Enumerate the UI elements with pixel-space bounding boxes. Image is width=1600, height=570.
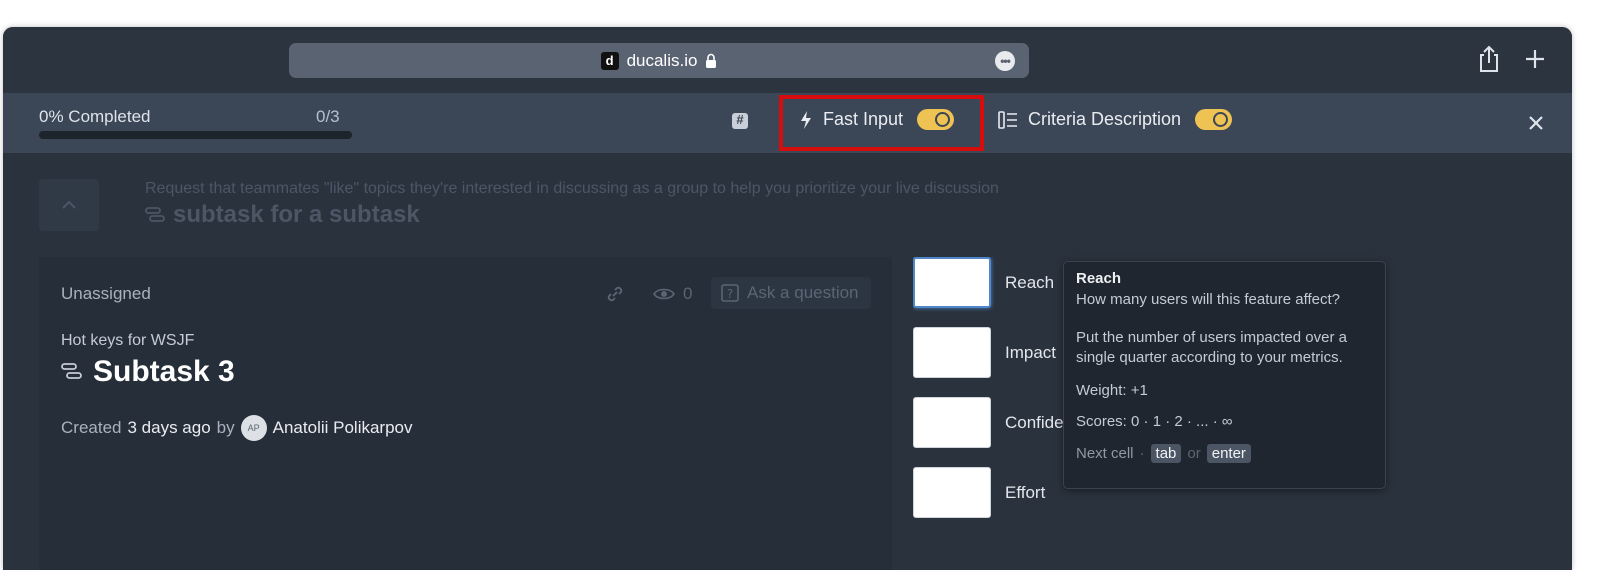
task-title: Subtask 3	[61, 355, 235, 389]
collapse-button[interactable]	[39, 179, 99, 231]
tab-key: tab	[1150, 444, 1182, 463]
criterion-effort: Effort	[913, 467, 1045, 518]
tooltip-weight: Weight: +1	[1076, 382, 1148, 399]
tooltip-next-cell: Next cell · tab or enter	[1076, 444, 1373, 463]
fast-input-label: Fast Input	[823, 109, 904, 129]
tooltip-title: Reach	[1076, 270, 1122, 287]
parent-task-description: Request that teammates "like" topics the…	[145, 180, 999, 197]
criteria-description-switch[interactable]	[1195, 109, 1233, 130]
browser-window: d ducalis.io ••• 0% Completed 0/3 # Fast…	[3, 27, 1572, 570]
tooltip-description: Put the number of users impacted over a …	[1076, 329, 1347, 366]
question-icon: ?	[721, 284, 739, 302]
subtask-icon	[145, 207, 165, 222]
author-name[interactable]: Anatolii Polikarpov	[273, 418, 413, 438]
impact-input[interactable]	[913, 327, 991, 378]
address-bar[interactable]: d ducalis.io •••	[289, 43, 1029, 78]
browser-chrome: d ducalis.io •••	[3, 27, 1572, 93]
criterion-label: Confidence	[1005, 412, 1065, 432]
hash-icon[interactable]	[732, 112, 748, 129]
description-icon	[998, 110, 1017, 129]
criterion-confidence: Confidence	[913, 397, 1065, 448]
favicon: d	[600, 51, 619, 70]
link-icon[interactable]	[605, 284, 625, 304]
task-card: Unassigned 0 ? Ask a question Hot keys f…	[39, 257, 892, 570]
effort-input[interactable]	[913, 467, 991, 518]
ask-question-label: Ask a question	[747, 283, 859, 302]
criteria-column: Reach Impact Confidence Effort	[913, 257, 1065, 557]
progress-label: 0% Completed	[39, 107, 151, 126]
enter-key: enter	[1206, 444, 1251, 463]
created-by: by	[216, 418, 235, 437]
progress-count: 0/3	[316, 107, 340, 126]
tooltip-question: How many users will this feature affect?	[1076, 291, 1341, 308]
confidence-input[interactable]	[913, 397, 991, 448]
criteria-description-label: Criteria Description	[1028, 109, 1182, 129]
chevron-up-icon	[62, 200, 76, 209]
avatar: AP	[240, 415, 267, 441]
eye-icon	[653, 288, 675, 300]
criterion-label: Effort	[1005, 482, 1046, 502]
new-tab-icon[interactable]	[1521, 45, 1549, 73]
svg-text:?: ?	[727, 287, 733, 301]
lock-icon	[706, 53, 717, 68]
next-cell-label: Next cell	[1076, 445, 1134, 462]
ask-question-button[interactable]: ? Ask a question	[711, 277, 871, 309]
url-text[interactable]: ducalis.io	[627, 51, 698, 71]
project-name: Hot keys for WSJF	[61, 332, 195, 349]
created-prefix: Created	[61, 418, 122, 437]
criteria-description-toggle[interactable]: Criteria Description	[998, 109, 1233, 130]
criterion-label: Reach	[1005, 272, 1055, 292]
fast-input-switch[interactable]	[917, 109, 955, 130]
parent-task-title-text: subtask for a subtask	[173, 201, 420, 228]
lightning-icon	[801, 110, 811, 129]
subtask-icon	[61, 363, 82, 379]
created-when: 3 days ago	[127, 418, 211, 437]
views-count: 0	[683, 284, 693, 303]
separator-dot: ·	[1139, 445, 1145, 462]
reach-input[interactable]	[913, 257, 991, 308]
criterion-impact: Impact	[913, 327, 1056, 378]
parent-task-title: subtask for a subtask	[145, 201, 420, 229]
criterion-tooltip: Reach How many users will this feature a…	[1063, 261, 1386, 489]
created-info: Created 3 days ago by AP Anatolii Polika…	[61, 415, 413, 441]
criterion-label: Impact	[1005, 342, 1057, 362]
share-icon[interactable]	[1476, 45, 1502, 73]
more-options-icon[interactable]: •••	[995, 51, 1015, 71]
address-content: d ducalis.io	[289, 43, 1029, 78]
criterion-reach: Reach	[913, 257, 1054, 308]
assignee-label[interactable]: Unassigned	[61, 284, 151, 304]
progress-bar	[39, 131, 352, 139]
task-title-text: Subtask 3	[93, 355, 235, 388]
views-counter: 0	[653, 284, 692, 304]
or-label: or	[1187, 445, 1201, 462]
scoring-toolbar: 0% Completed 0/3 Fast Input Criteria Des…	[3, 93, 1572, 153]
tooltip-scores: Scores: 0 · 1 · 2 · ... · ∞	[1076, 413, 1233, 430]
close-icon[interactable]	[1526, 113, 1546, 133]
fast-input-toggle[interactable]: Fast Input	[799, 109, 955, 130]
